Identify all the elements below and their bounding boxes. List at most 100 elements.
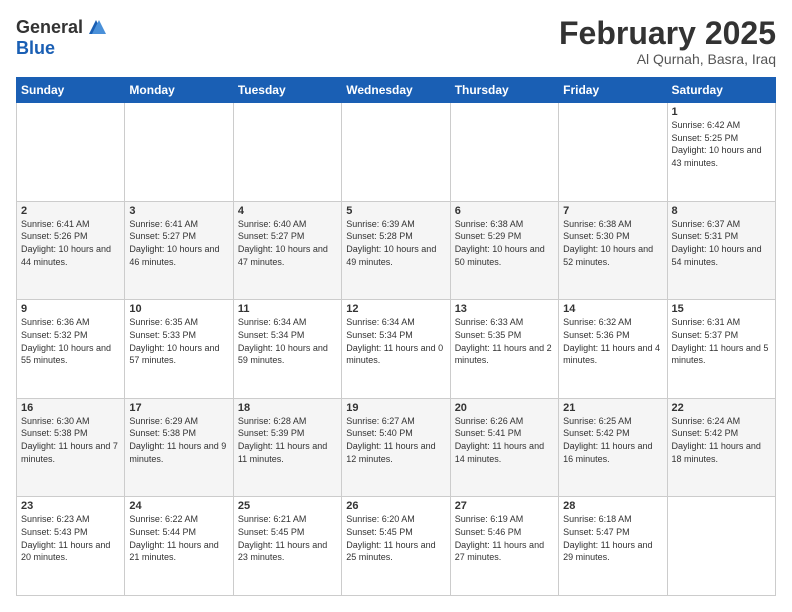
day-info: Sunrise: 6:27 AM Sunset: 5:40 PM Dayligh… <box>346 415 445 465</box>
day-number: 26 <box>346 500 445 512</box>
calendar-cell: 14Sunrise: 6:32 AM Sunset: 5:36 PM Dayli… <box>559 300 667 399</box>
day-number: 22 <box>672 402 771 414</box>
calendar-cell: 5Sunrise: 6:39 AM Sunset: 5:28 PM Daylig… <box>342 201 450 300</box>
day-number: 7 <box>563 205 662 217</box>
day-info: Sunrise: 6:28 AM Sunset: 5:39 PM Dayligh… <box>238 415 337 465</box>
day-info: Sunrise: 6:33 AM Sunset: 5:35 PM Dayligh… <box>455 316 554 366</box>
calendar-cell: 23Sunrise: 6:23 AM Sunset: 5:43 PM Dayli… <box>17 497 125 596</box>
day-info: Sunrise: 6:39 AM Sunset: 5:28 PM Dayligh… <box>346 218 445 268</box>
calendar-cell: 8Sunrise: 6:37 AM Sunset: 5:31 PM Daylig… <box>667 201 775 300</box>
day-info: Sunrise: 6:18 AM Sunset: 5:47 PM Dayligh… <box>563 513 662 563</box>
day-info: Sunrise: 6:26 AM Sunset: 5:41 PM Dayligh… <box>455 415 554 465</box>
header-sunday: Sunday <box>17 78 125 103</box>
calendar-cell: 1Sunrise: 6:42 AM Sunset: 5:25 PM Daylig… <box>667 103 775 202</box>
calendar-cell <box>233 103 341 202</box>
calendar-cell <box>450 103 558 202</box>
day-info: Sunrise: 6:36 AM Sunset: 5:32 PM Dayligh… <box>21 316 120 366</box>
day-info: Sunrise: 6:40 AM Sunset: 5:27 PM Dayligh… <box>238 218 337 268</box>
day-info: Sunrise: 6:24 AM Sunset: 5:42 PM Dayligh… <box>672 415 771 465</box>
location: Al Qurnah, Basra, Iraq <box>559 51 776 67</box>
header-monday: Monday <box>125 78 233 103</box>
day-number: 24 <box>129 500 228 512</box>
day-number: 6 <box>455 205 554 217</box>
calendar: Sunday Monday Tuesday Wednesday Thursday… <box>16 77 776 596</box>
day-info: Sunrise: 6:25 AM Sunset: 5:42 PM Dayligh… <box>563 415 662 465</box>
day-number: 4 <box>238 205 337 217</box>
day-number: 12 <box>346 303 445 315</box>
day-number: 16 <box>21 402 120 414</box>
calendar-cell: 26Sunrise: 6:20 AM Sunset: 5:45 PM Dayli… <box>342 497 450 596</box>
day-info: Sunrise: 6:38 AM Sunset: 5:30 PM Dayligh… <box>563 218 662 268</box>
weekday-header-row: Sunday Monday Tuesday Wednesday Thursday… <box>17 78 776 103</box>
day-number: 15 <box>672 303 771 315</box>
day-info: Sunrise: 6:34 AM Sunset: 5:34 PM Dayligh… <box>238 316 337 366</box>
day-number: 20 <box>455 402 554 414</box>
day-info: Sunrise: 6:31 AM Sunset: 5:37 PM Dayligh… <box>672 316 771 366</box>
week-row-2: 9Sunrise: 6:36 AM Sunset: 5:32 PM Daylig… <box>17 300 776 399</box>
header-right: February 2025 Al Qurnah, Basra, Iraq <box>559 16 776 67</box>
day-number: 11 <box>238 303 337 315</box>
calendar-cell: 2Sunrise: 6:41 AM Sunset: 5:26 PM Daylig… <box>17 201 125 300</box>
calendar-cell: 6Sunrise: 6:38 AM Sunset: 5:29 PM Daylig… <box>450 201 558 300</box>
calendar-cell: 12Sunrise: 6:34 AM Sunset: 5:34 PM Dayli… <box>342 300 450 399</box>
day-number: 21 <box>563 402 662 414</box>
calendar-cell: 9Sunrise: 6:36 AM Sunset: 5:32 PM Daylig… <box>17 300 125 399</box>
page: General Blue February 2025 Al Qurnah, Ba… <box>0 0 792 612</box>
calendar-cell <box>17 103 125 202</box>
day-number: 17 <box>129 402 228 414</box>
day-info: Sunrise: 6:21 AM Sunset: 5:45 PM Dayligh… <box>238 513 337 563</box>
logo-blue-text: Blue <box>16 38 55 59</box>
header-saturday: Saturday <box>667 78 775 103</box>
header-wednesday: Wednesday <box>342 78 450 103</box>
calendar-cell: 19Sunrise: 6:27 AM Sunset: 5:40 PM Dayli… <box>342 398 450 497</box>
calendar-cell <box>342 103 450 202</box>
day-number: 1 <box>672 106 771 118</box>
logo: General Blue <box>16 16 107 59</box>
day-number: 3 <box>129 205 228 217</box>
week-row-0: 1Sunrise: 6:42 AM Sunset: 5:25 PM Daylig… <box>17 103 776 202</box>
calendar-cell: 11Sunrise: 6:34 AM Sunset: 5:34 PM Dayli… <box>233 300 341 399</box>
day-info: Sunrise: 6:35 AM Sunset: 5:33 PM Dayligh… <box>129 316 228 366</box>
day-number: 14 <box>563 303 662 315</box>
calendar-cell: 24Sunrise: 6:22 AM Sunset: 5:44 PM Dayli… <box>125 497 233 596</box>
day-info: Sunrise: 6:29 AM Sunset: 5:38 PM Dayligh… <box>129 415 228 465</box>
day-info: Sunrise: 6:42 AM Sunset: 5:25 PM Dayligh… <box>672 119 771 169</box>
day-info: Sunrise: 6:34 AM Sunset: 5:34 PM Dayligh… <box>346 316 445 366</box>
day-info: Sunrise: 6:30 AM Sunset: 5:38 PM Dayligh… <box>21 415 120 465</box>
calendar-cell: 3Sunrise: 6:41 AM Sunset: 5:27 PM Daylig… <box>125 201 233 300</box>
day-number: 10 <box>129 303 228 315</box>
day-number: 23 <box>21 500 120 512</box>
day-number: 28 <box>563 500 662 512</box>
day-number: 9 <box>21 303 120 315</box>
day-number: 5 <box>346 205 445 217</box>
day-number: 25 <box>238 500 337 512</box>
day-info: Sunrise: 6:38 AM Sunset: 5:29 PM Dayligh… <box>455 218 554 268</box>
calendar-cell <box>667 497 775 596</box>
day-info: Sunrise: 6:20 AM Sunset: 5:45 PM Dayligh… <box>346 513 445 563</box>
header-friday: Friday <box>559 78 667 103</box>
calendar-cell: 18Sunrise: 6:28 AM Sunset: 5:39 PM Dayli… <box>233 398 341 497</box>
day-info: Sunrise: 6:19 AM Sunset: 5:46 PM Dayligh… <box>455 513 554 563</box>
calendar-cell: 17Sunrise: 6:29 AM Sunset: 5:38 PM Dayli… <box>125 398 233 497</box>
calendar-cell <box>125 103 233 202</box>
month-title: February 2025 <box>559 16 776 51</box>
logo-general-text: General <box>16 17 83 38</box>
day-info: Sunrise: 6:41 AM Sunset: 5:27 PM Dayligh… <box>129 218 228 268</box>
day-number: 18 <box>238 402 337 414</box>
calendar-cell: 27Sunrise: 6:19 AM Sunset: 5:46 PM Dayli… <box>450 497 558 596</box>
calendar-cell: 15Sunrise: 6:31 AM Sunset: 5:37 PM Dayli… <box>667 300 775 399</box>
day-number: 27 <box>455 500 554 512</box>
calendar-cell: 25Sunrise: 6:21 AM Sunset: 5:45 PM Dayli… <box>233 497 341 596</box>
calendar-cell: 13Sunrise: 6:33 AM Sunset: 5:35 PM Dayli… <box>450 300 558 399</box>
calendar-cell: 16Sunrise: 6:30 AM Sunset: 5:38 PM Dayli… <box>17 398 125 497</box>
logo-icon <box>85 16 107 38</box>
calendar-cell: 4Sunrise: 6:40 AM Sunset: 5:27 PM Daylig… <box>233 201 341 300</box>
day-info: Sunrise: 6:37 AM Sunset: 5:31 PM Dayligh… <box>672 218 771 268</box>
calendar-cell: 22Sunrise: 6:24 AM Sunset: 5:42 PM Dayli… <box>667 398 775 497</box>
calendar-cell: 7Sunrise: 6:38 AM Sunset: 5:30 PM Daylig… <box>559 201 667 300</box>
day-number: 19 <box>346 402 445 414</box>
week-row-3: 16Sunrise: 6:30 AM Sunset: 5:38 PM Dayli… <box>17 398 776 497</box>
day-info: Sunrise: 6:41 AM Sunset: 5:26 PM Dayligh… <box>21 218 120 268</box>
week-row-4: 23Sunrise: 6:23 AM Sunset: 5:43 PM Dayli… <box>17 497 776 596</box>
header: General Blue February 2025 Al Qurnah, Ba… <box>16 16 776 67</box>
